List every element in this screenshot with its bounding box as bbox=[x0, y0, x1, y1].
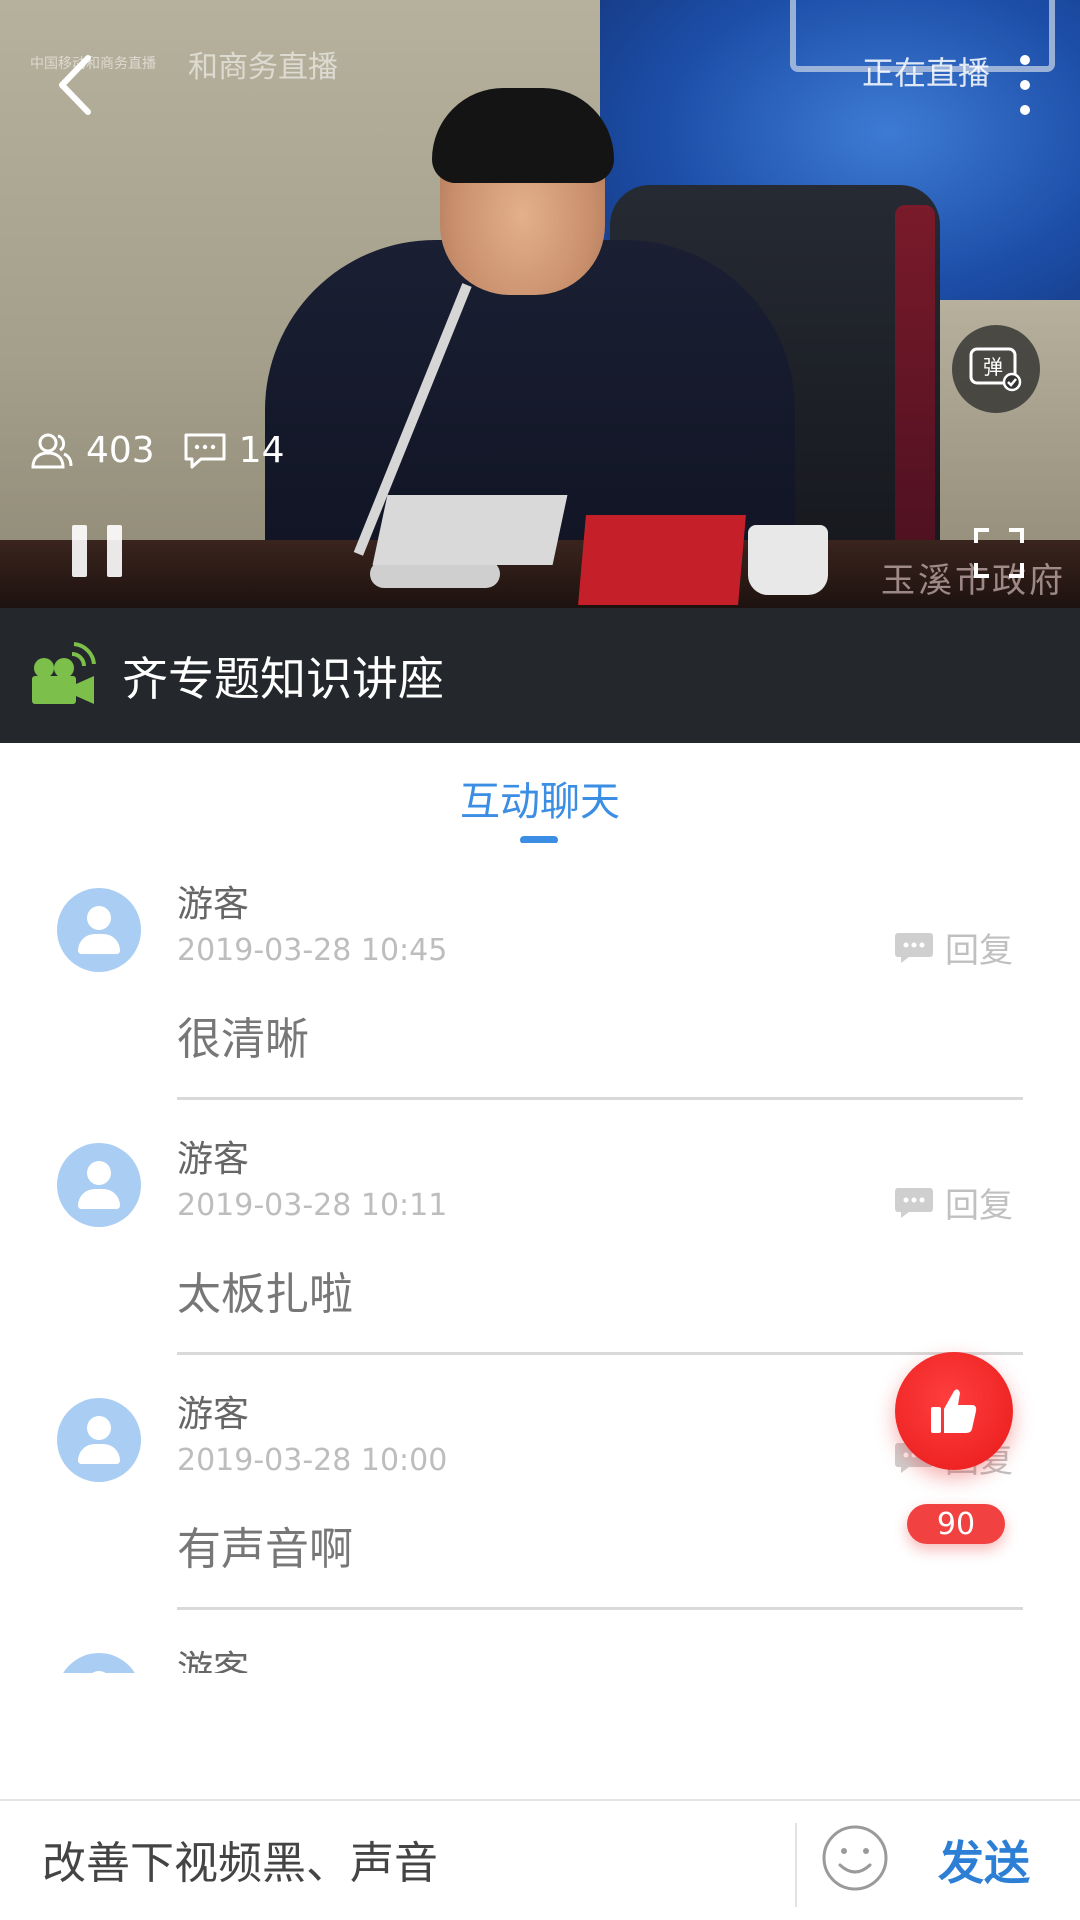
pause-button[interactable] bbox=[72, 525, 122, 577]
message-username: 游客 bbox=[177, 1394, 250, 1435]
message-username: 游客 bbox=[177, 884, 250, 925]
send-button[interactable]: 发送 bbox=[938, 1827, 1030, 1893]
speech-bubble-icon bbox=[895, 1187, 933, 1218]
back-button[interactable] bbox=[44, 50, 104, 120]
chat-list[interactable]: 游客 2019-03-28 10:45 很清晰 回复 游客 2019-03-28… bbox=[0, 843, 1080, 1673]
chat-input[interactable] bbox=[42, 1819, 782, 1899]
app-screen: 中国移动和商务直播 和商务直播 玉溪市政府 正在直播 弹 403 14 齐专题知… bbox=[0, 0, 1080, 1920]
smiley-icon bbox=[822, 1825, 888, 1891]
reply-button[interactable]: 回复 bbox=[893, 923, 1013, 972]
pause-icon bbox=[72, 525, 87, 577]
list-item: 游客 bbox=[0, 1608, 1080, 1673]
video-stats: 403 14 bbox=[30, 430, 313, 471]
message-username: 游客 bbox=[177, 1649, 250, 1673]
live-title-bar: 齐专题知识讲座 bbox=[0, 608, 1080, 743]
list-item: 游客 2019-03-28 10:11 太板扎啦 回复 bbox=[0, 1098, 1080, 1355]
thumbs-up-icon bbox=[931, 1389, 977, 1433]
comment-count: 14 bbox=[238, 430, 285, 471]
back-arrow-icon bbox=[59, 55, 91, 115]
reply-button[interactable]: 回复 bbox=[893, 1178, 1013, 1227]
avatar bbox=[57, 1653, 141, 1673]
message-text: 有声音啊 bbox=[177, 1524, 353, 1575]
viewer-count: 403 bbox=[86, 430, 155, 471]
live-title: 齐专题知识讲座 bbox=[122, 651, 444, 706]
reply-label: 回复 bbox=[945, 931, 1013, 971]
more-button[interactable] bbox=[1010, 55, 1040, 115]
message-text: 太板扎啦 bbox=[177, 1269, 353, 1320]
fullscreen-button[interactable] bbox=[973, 527, 1025, 579]
comments-icon bbox=[184, 433, 226, 468]
more-vertical-icon bbox=[1020, 55, 1030, 65]
message-text: 很清晰 bbox=[177, 1014, 309, 1065]
avatar bbox=[57, 1143, 141, 1227]
like-button[interactable] bbox=[895, 1352, 1013, 1470]
message-time: 2019-03-28 10:45 bbox=[177, 933, 448, 968]
speech-bubble-icon bbox=[895, 932, 933, 963]
danmaku-icon: 弹 bbox=[969, 347, 1022, 392]
danmaku-toggle-button[interactable]: 弹 bbox=[952, 325, 1040, 413]
tab-interactive-chat[interactable]: 互动聊天 bbox=[0, 743, 1080, 844]
video-camera-icon bbox=[32, 641, 96, 704]
message-time: 2019-03-28 10:11 bbox=[177, 1188, 448, 1223]
comment-stat: 14 bbox=[183, 430, 285, 471]
message-username: 游客 bbox=[177, 1139, 250, 1180]
reply-label: 回复 bbox=[945, 1186, 1013, 1226]
avatar bbox=[57, 888, 141, 972]
chat-input-bar: 发送 bbox=[0, 1799, 1080, 1920]
fullscreen-icon bbox=[974, 528, 1024, 578]
divider bbox=[795, 1823, 797, 1907]
avatar bbox=[57, 1398, 141, 1482]
video-player[interactable]: 中国移动和商务直播 和商务直播 玉溪市政府 正在直播 弹 403 14 bbox=[0, 0, 1080, 608]
danmaku-label: 弹 bbox=[983, 355, 1003, 379]
tab-label: 互动聊天 bbox=[460, 779, 620, 825]
message-time: 2019-03-28 10:00 bbox=[177, 1443, 448, 1478]
live-status: 正在直播 bbox=[861, 54, 990, 92]
like-count-badge: 90 bbox=[907, 1504, 1005, 1544]
emoji-button[interactable] bbox=[820, 1823, 890, 1893]
viewers-icon bbox=[31, 433, 73, 468]
viewer-stat: 403 bbox=[30, 430, 155, 471]
list-item: 游客 2019-03-28 10:45 很清晰 回复 bbox=[0, 843, 1080, 1100]
watermark-line2: 和商务直播 bbox=[188, 50, 338, 85]
